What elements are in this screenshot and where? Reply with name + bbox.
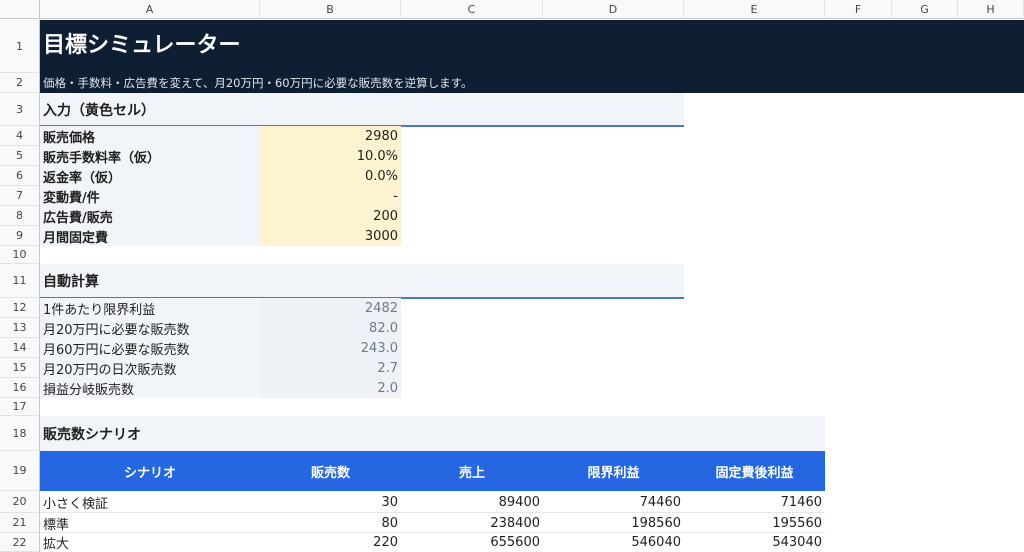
column-header-c[interactable]: C bbox=[401, 0, 543, 19]
scenario-header-qty[interactable]: 販売数 bbox=[260, 451, 401, 491]
scenario-header-name[interactable]: シナリオ bbox=[40, 451, 260, 491]
row-header-12[interactable]: 12 bbox=[0, 298, 40, 318]
sheet-title[interactable]: 目標シミュレーター bbox=[43, 24, 241, 62]
scenario-row-3-name[interactable]: 拡大 bbox=[40, 533, 260, 552]
scenario-row-1-sales[interactable]: 89400 bbox=[401, 491, 543, 513]
calc-value-breakeven[interactable]: 2.0 bbox=[260, 378, 401, 398]
calc-label-qty-200k[interactable]: 月20万円に必要な販売数 bbox=[40, 318, 260, 338]
row-header-1[interactable]: 1 bbox=[0, 20, 40, 73]
column-header-h[interactable]: H bbox=[958, 0, 1024, 19]
row-header-6[interactable]: 6 bbox=[0, 166, 40, 186]
input-section-header[interactable]: 入力（黄色セル） bbox=[40, 93, 684, 126]
scenario-row-2-sales[interactable]: 238400 bbox=[401, 513, 543, 533]
row-header-2[interactable]: 2 bbox=[0, 73, 40, 93]
input-label-price[interactable]: 販売価格 bbox=[40, 126, 260, 146]
select-all-corner[interactable] bbox=[0, 0, 40, 19]
scenario-row-1-name[interactable]: 小さく検証 bbox=[40, 491, 260, 513]
scenario-row-3-sales[interactable]: 655600 bbox=[401, 533, 543, 552]
input-label-variable-cost[interactable]: 変動費/件 bbox=[40, 186, 260, 206]
scenario-section-header[interactable]: 販売数シナリオ bbox=[40, 416, 825, 451]
input-value-fixed-cost[interactable]: 3000 bbox=[260, 226, 401, 246]
column-header-b[interactable]: B bbox=[260, 0, 401, 19]
column-header-a[interactable]: A bbox=[40, 0, 260, 19]
sheet-subtitle[interactable]: 価格・手数料・広告費を変えて、月20万円・60万円に必要な販売数を逆算します。 bbox=[40, 73, 472, 93]
row-header-9[interactable]: 9 bbox=[0, 226, 40, 246]
calc-value-daily-200k[interactable]: 2.7 bbox=[260, 358, 401, 378]
scenario-row-2-margin[interactable]: 198560 bbox=[543, 513, 684, 533]
row-header-11[interactable]: 11 bbox=[0, 264, 40, 298]
row-header-8[interactable]: 8 bbox=[0, 206, 40, 226]
input-value-ad-cost[interactable]: 200 bbox=[260, 206, 401, 226]
row-header-13[interactable]: 13 bbox=[0, 318, 40, 338]
input-label-fee-rate[interactable]: 販売手数料率（仮） bbox=[40, 146, 260, 166]
calc-label-qty-600k[interactable]: 月60万円に必要な販売数 bbox=[40, 338, 260, 358]
calc-value-qty-200k[interactable]: 82.0 bbox=[260, 318, 401, 338]
row-header-15[interactable]: 15 bbox=[0, 358, 40, 378]
row-header-19[interactable]: 19 bbox=[0, 451, 40, 491]
scenario-row-1-margin[interactable]: 74460 bbox=[543, 491, 684, 513]
scenario-row-2-qty[interactable]: 80 bbox=[260, 513, 401, 533]
scenario-row-1-profit[interactable]: 71460 bbox=[684, 491, 825, 513]
calc-label-unit-margin[interactable]: 1件あたり限界利益 bbox=[40, 298, 260, 318]
calc-label-breakeven[interactable]: 損益分岐販売数 bbox=[40, 378, 260, 398]
scenario-row-2-name[interactable]: 標準 bbox=[40, 513, 260, 533]
row-header-3[interactable]: 3 bbox=[0, 93, 40, 126]
calc-label-daily-200k[interactable]: 月20万円の日次販売数 bbox=[40, 358, 260, 378]
scenario-row-3-margin[interactable]: 546040 bbox=[543, 533, 684, 552]
scenario-header-sales[interactable]: 売上 bbox=[401, 451, 543, 491]
row-header-4[interactable]: 4 bbox=[0, 126, 40, 146]
input-value-price[interactable]: 2980 bbox=[260, 126, 401, 146]
row-header-5[interactable]: 5 bbox=[0, 146, 40, 166]
calc-section-header[interactable]: 自動計算 bbox=[40, 264, 684, 298]
row-header-7[interactable]: 7 bbox=[0, 186, 40, 206]
row-header-20[interactable]: 20 bbox=[0, 491, 40, 513]
scenario-row-2-profit[interactable]: 195560 bbox=[684, 513, 825, 533]
row-header-10[interactable]: 10 bbox=[0, 246, 40, 264]
input-label-ad-cost[interactable]: 広告費/販売 bbox=[40, 206, 260, 226]
row-header-17[interactable]: 17 bbox=[0, 398, 40, 416]
column-header-g[interactable]: G bbox=[892, 0, 958, 19]
column-header-e[interactable]: E bbox=[684, 0, 825, 19]
scenario-header-profit[interactable]: 固定費後利益 bbox=[684, 451, 825, 491]
calc-value-unit-margin[interactable]: 2482 bbox=[260, 298, 401, 318]
scenario-header-margin[interactable]: 限界利益 bbox=[543, 451, 684, 491]
column-header-d[interactable]: D bbox=[543, 0, 684, 19]
row-header-16[interactable]: 16 bbox=[0, 378, 40, 398]
input-value-variable-cost[interactable]: - bbox=[260, 186, 401, 206]
input-label-refund-rate[interactable]: 返金率（仮） bbox=[40, 166, 260, 186]
input-value-refund-rate[interactable]: 0.0% bbox=[260, 166, 401, 186]
column-header-f[interactable]: F bbox=[825, 0, 892, 19]
row-header-14[interactable]: 14 bbox=[0, 338, 40, 358]
scenario-row-3-qty[interactable]: 220 bbox=[260, 533, 401, 552]
row-header-21[interactable]: 21 bbox=[0, 513, 40, 533]
scenario-row-1-qty[interactable]: 30 bbox=[260, 491, 401, 513]
row-header-22[interactable]: 22 bbox=[0, 533, 40, 552]
scenario-row-3-profit[interactable]: 543040 bbox=[684, 533, 825, 552]
input-value-fee-rate[interactable]: 10.0% bbox=[260, 146, 401, 166]
calc-value-qty-600k[interactable]: 243.0 bbox=[260, 338, 401, 358]
row-header-18[interactable]: 18 bbox=[0, 416, 40, 451]
input-label-fixed-cost[interactable]: 月間固定費 bbox=[40, 226, 260, 246]
